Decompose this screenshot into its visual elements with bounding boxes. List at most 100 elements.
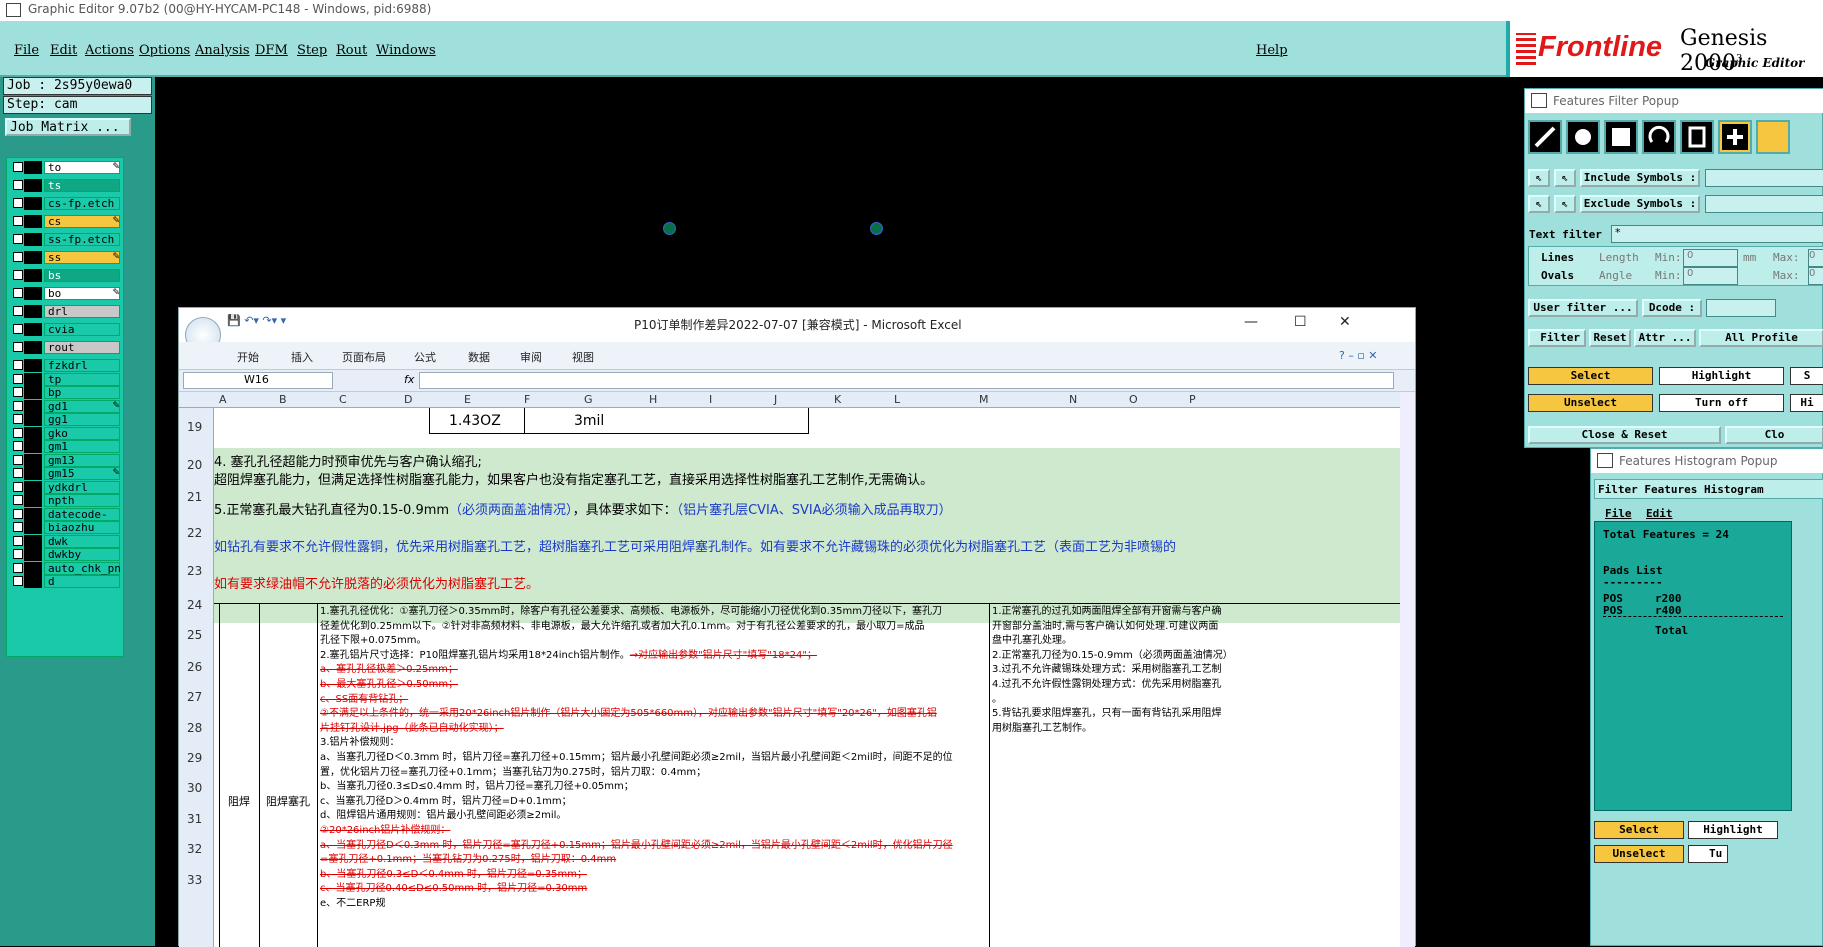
hide-button[interactable]: Hi xyxy=(1790,394,1823,412)
column-header-N[interactable]: N xyxy=(1069,393,1077,406)
layer-checkbox[interactable] xyxy=(13,414,23,424)
unselect-button[interactable]: Unselect xyxy=(1528,394,1653,412)
row-header-23[interactable]: 23 xyxy=(187,564,202,578)
row-header-20[interactable]: 20 xyxy=(187,458,202,472)
menu-rout[interactable]: Rout xyxy=(336,43,367,58)
lines-checkbox[interactable]: Lines xyxy=(1541,251,1574,264)
layer-checkbox[interactable] xyxy=(13,216,23,226)
row-header-31[interactable]: 31 xyxy=(187,812,202,826)
column-header-I[interactable]: I xyxy=(709,393,712,406)
layer-checkbox[interactable] xyxy=(13,400,23,411)
layer-row-biaozhu[interactable]: biaozhu xyxy=(10,520,122,534)
extra-button[interactable]: S xyxy=(1790,367,1823,385)
layer-checkbox[interactable] xyxy=(13,373,23,384)
row-header-33[interactable]: 33 xyxy=(187,873,202,887)
layer-row-ss[interactable]: ss ✎ xyxy=(10,250,122,264)
layer-row-gm13[interactable]: gm13 xyxy=(10,453,122,467)
layer-row-tp[interactable]: tp xyxy=(10,372,122,386)
tab-data[interactable]: 数据 xyxy=(468,349,490,365)
include-symbols-field[interactable] xyxy=(1705,169,1823,187)
row-header-32[interactable]: 32 xyxy=(187,842,202,856)
all-profile-button[interactable]: All Profile xyxy=(1699,329,1823,347)
row-header-24[interactable]: 24 xyxy=(187,598,202,612)
row-header-25[interactable]: 25 xyxy=(187,628,202,642)
layer-checkbox[interactable] xyxy=(13,360,23,370)
angle-checkbox[interactable]: Angle xyxy=(1599,269,1632,282)
layer-checkbox[interactable] xyxy=(13,387,23,397)
exclude-symbols-button[interactable]: Exclude Symbols : xyxy=(1580,195,1700,213)
tab-insert[interactable]: 插入 xyxy=(291,349,313,365)
worksheet-grid[interactable]: 1.43OZ 3mil 4. 塞孔孔径超能力时预审优先与客户确认缩孔; 超阻焊塞… xyxy=(214,408,1400,947)
turn-off-button[interactable]: Turn off xyxy=(1659,394,1784,412)
menu-dfm[interactable]: DFM xyxy=(255,43,288,58)
dcode-field[interactable] xyxy=(1706,299,1776,317)
tab-review[interactable]: 审阅 xyxy=(520,349,542,365)
column-header-O[interactable]: O xyxy=(1129,393,1138,406)
row-header-19[interactable]: 19 xyxy=(187,420,202,434)
fx-icon[interactable]: fx xyxy=(404,373,414,386)
layer-checkbox[interactable] xyxy=(13,324,23,334)
name-box[interactable]: W16 xyxy=(183,372,333,389)
highlight-button[interactable]: Highlight xyxy=(1659,367,1784,385)
layer-checkbox[interactable] xyxy=(13,562,23,573)
menu-options[interactable]: Options xyxy=(139,43,190,58)
job-matrix-button[interactable]: Job Matrix ... xyxy=(5,118,131,136)
layer-checkbox[interactable] xyxy=(13,576,23,586)
angle-min-field[interactable]: 0 xyxy=(1683,267,1738,285)
layer-row-drl[interactable]: drl xyxy=(10,304,122,318)
row-header-21[interactable]: 21 xyxy=(187,490,202,504)
layer-checkbox[interactable] xyxy=(13,270,23,280)
filter-toggle[interactable]: Filter xyxy=(1528,329,1586,347)
layer-checkbox[interactable] xyxy=(13,306,23,316)
layer-row-to[interactable]: to ✎ xyxy=(10,160,122,174)
close-reset-button[interactable]: Close & Reset xyxy=(1528,426,1721,444)
layer-row-gm1[interactable]: gm1 xyxy=(10,439,122,453)
help-icon[interactable]: ? – ▫ ✕ xyxy=(1339,349,1378,362)
column-header-C[interactable]: C xyxy=(339,393,347,406)
length-checkbox[interactable]: Length xyxy=(1599,251,1639,264)
close-button[interactable]: Clo xyxy=(1725,426,1823,444)
column-header-B[interactable]: B xyxy=(279,393,287,406)
hist-menu-edit[interactable]: Edit xyxy=(1646,507,1673,520)
layer-checkbox[interactable] xyxy=(13,198,23,208)
menu-analysis[interactable]: Analysis xyxy=(195,43,250,58)
vertical-scrollbar[interactable] xyxy=(1400,392,1415,947)
column-header-J[interactable]: J xyxy=(774,393,777,406)
tab-view[interactable]: 视图 xyxy=(572,349,594,365)
row-header-27[interactable]: 27 xyxy=(187,690,202,704)
layer-checkbox[interactable] xyxy=(13,522,23,532)
quick-access-icons[interactable]: 💾 ↶▾ ↷▾ ▾ xyxy=(227,314,286,327)
layer-checkbox[interactable] xyxy=(13,342,23,352)
user-filter-button[interactable]: User filter ... xyxy=(1528,299,1638,317)
layer-checkbox[interactable] xyxy=(13,468,23,478)
add-icon[interactable] xyxy=(1718,120,1752,154)
column-header-M[interactable]: M xyxy=(979,393,989,406)
hist-select-button[interactable]: Select xyxy=(1594,821,1684,839)
menu-help[interactable]: Help xyxy=(1256,43,1288,58)
layer-checkbox[interactable] xyxy=(13,549,23,559)
layer-checkbox[interactable] xyxy=(13,481,23,492)
tab-home[interactable]: 开始 xyxy=(237,349,259,365)
surface-tool-icon[interactable] xyxy=(1604,120,1638,154)
menu-file[interactable]: File xyxy=(14,43,39,58)
layer-row-bs[interactable]: bs xyxy=(10,268,122,282)
layer-row-ts[interactable]: ts xyxy=(10,178,122,192)
exclude-pick2-icon[interactable]: ⇖ xyxy=(1554,195,1576,213)
column-header-D[interactable]: D xyxy=(404,393,412,406)
layer-row-d[interactable]: d xyxy=(10,574,122,588)
menu-actions[interactable]: Actions xyxy=(85,43,134,58)
column-header-F[interactable]: F xyxy=(524,393,530,406)
layer-row-fzkdrl[interactable]: fzkdrl xyxy=(10,358,122,372)
exclude-symbols-field[interactable] xyxy=(1705,195,1823,213)
layer-row-cvia[interactable]: cvia xyxy=(10,322,122,336)
menu-step[interactable]: Step xyxy=(297,43,327,58)
layer-checkbox[interactable] xyxy=(13,441,23,451)
menu-edit[interactable]: Edit xyxy=(50,43,77,58)
layer-checkbox[interactable] xyxy=(13,427,23,438)
layer-checkbox[interactable] xyxy=(13,180,23,190)
length-max-field[interactable]: 0 xyxy=(1808,249,1823,267)
layer-row-gg1[interactable]: gg1 xyxy=(10,412,122,426)
exclude-pick-icon[interactable]: ⇖ xyxy=(1528,195,1550,213)
tab-page-layout[interactable]: 页面布局 xyxy=(342,349,386,365)
layer-row-datecode-to[interactable]: datecode-to xyxy=(10,507,122,532)
